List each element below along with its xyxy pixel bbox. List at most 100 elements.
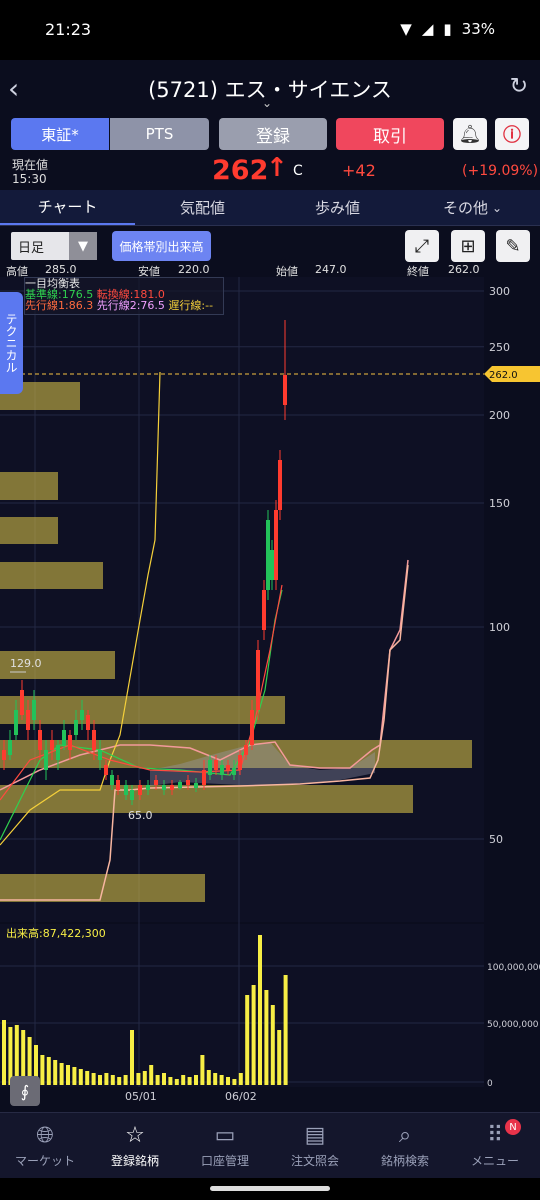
candle-body xyxy=(98,750,102,760)
volume-bar xyxy=(130,1030,134,1085)
volume-bar xyxy=(226,1077,230,1085)
low-annotation-label: 65.0 xyxy=(128,809,153,822)
candle-body xyxy=(110,775,114,785)
high-annotation: 129.0 xyxy=(10,657,42,673)
nav-watchlist-label: 登録銘柄 xyxy=(110,1153,159,1168)
candle-body xyxy=(116,780,120,790)
senkou1-value: 先行線1:86.3 xyxy=(25,299,94,312)
star-icon: ☆ xyxy=(125,1122,145,1148)
volume-bar xyxy=(53,1060,58,1085)
volume-bar xyxy=(46,1057,51,1085)
volume-bar xyxy=(238,1073,243,1085)
volume-bar xyxy=(136,1073,141,1085)
volume-bar xyxy=(66,1065,70,1085)
indicator-legend: 一目均衡表 基準線:176.5 転換線:181.0 先行線1:86.3 先行線2… xyxy=(24,277,224,315)
volume-bar xyxy=(270,1005,275,1085)
volume-bar xyxy=(277,1030,282,1085)
volume-bar xyxy=(59,1063,64,1085)
candle-body xyxy=(80,710,84,720)
volume-bar xyxy=(232,1079,237,1085)
candle-body xyxy=(274,510,278,580)
candle-body xyxy=(154,780,158,785)
bottom-nav: 🌐︎ マーケット ☆ 登録銘柄 ▭ 口座管理 ▤ 注文照会 ⌕ 銘柄検索 ⠿ メ… xyxy=(0,1112,540,1179)
candle-body xyxy=(250,710,254,745)
volume-bar xyxy=(258,935,262,1085)
chart-settings-icon[interactable]: ∮ xyxy=(10,1076,40,1106)
price-tick-label: 100 xyxy=(489,621,510,634)
nav-market[interactable]: 🌐︎ マーケット xyxy=(0,1113,90,1179)
volume-bar xyxy=(283,975,288,1085)
x-tick-label: 06/02 xyxy=(225,1090,257,1103)
volume-bar xyxy=(142,1071,147,1085)
nav-account[interactable]: ▭ 口座管理 xyxy=(180,1113,270,1179)
volume-bar xyxy=(155,1075,160,1085)
search-icon: ⌕ xyxy=(398,1122,412,1148)
candle-body xyxy=(226,765,230,770)
candle-body xyxy=(86,715,90,730)
x-tick-label: 05/01 xyxy=(125,1090,157,1103)
price-profile-band xyxy=(0,472,58,500)
volume-bar xyxy=(162,1073,166,1085)
candle-body xyxy=(14,710,18,735)
volume-tick-label: 50,000,000 xyxy=(487,1020,539,1030)
nav-account-label: 口座管理 xyxy=(200,1153,249,1168)
technical-side-tab[interactable]: テクニカル xyxy=(0,292,23,394)
volume-plot-bg xyxy=(0,924,484,1087)
volume-label: 出来高:87,422,300 xyxy=(6,927,106,940)
candle-body xyxy=(170,785,174,790)
volume-bar xyxy=(40,1055,45,1085)
volume-bar xyxy=(206,1070,211,1085)
nav-search[interactable]: ⌕ 銘柄検索 xyxy=(360,1113,450,1179)
candle-body xyxy=(26,710,30,730)
candle-body xyxy=(278,460,282,510)
price-profile-band xyxy=(0,696,285,724)
volume-bar xyxy=(187,1077,192,1085)
candle-body xyxy=(256,650,260,710)
chikou-value: 遅行線:-- xyxy=(168,299,214,312)
volume-bar xyxy=(245,995,250,1085)
volume-bar xyxy=(194,1075,198,1085)
low-annotation: 65.0 xyxy=(128,809,153,822)
volume-bar xyxy=(213,1073,218,1085)
last-price-tag: 262.0 xyxy=(484,366,540,382)
candle-body xyxy=(138,785,142,795)
price-tick-label: 250 xyxy=(489,341,510,354)
volume-bar xyxy=(264,990,269,1085)
nav-orders[interactable]: ▤ 注文照会 xyxy=(270,1113,360,1179)
nav-watchlist[interactable]: ☆ 登録銘柄 xyxy=(90,1113,180,1179)
volume-bar xyxy=(174,1079,179,1085)
volume-bar xyxy=(200,1055,205,1085)
volume-bar xyxy=(2,1020,6,1085)
candle-body xyxy=(232,768,236,775)
price-tick-label: 300 xyxy=(489,285,510,298)
price-profile-band xyxy=(0,517,58,544)
candle-body xyxy=(56,745,60,760)
price-tick-label: 200 xyxy=(489,409,510,422)
candle-body xyxy=(146,785,150,790)
candle-body xyxy=(208,760,212,775)
candle-body xyxy=(262,590,266,630)
volume-axis-ticks: 100,000,000 50,000,000 0 xyxy=(487,963,540,1089)
nav-orders-label: 注文照会 xyxy=(290,1153,339,1168)
candle-body xyxy=(178,782,182,788)
volume-bar xyxy=(123,1075,128,1085)
senkou2-value: 先行線2:76.5 xyxy=(96,299,165,312)
nav-menu[interactable]: ⠿ メニュー N xyxy=(450,1113,540,1179)
home-indicator[interactable] xyxy=(210,1186,330,1191)
card-icon: ▭ xyxy=(214,1122,236,1148)
candle-body xyxy=(186,780,190,785)
volume-bar xyxy=(168,1077,173,1085)
nav-menu-label: メニュー xyxy=(470,1153,519,1168)
candle-body xyxy=(74,720,78,735)
price-chart[interactable]: 300 250 200 150 100 50 100,000,000 50,000,000 0… xyxy=(0,0,540,1110)
last-price-label: 262.0 xyxy=(489,370,518,381)
gesture-bar xyxy=(0,1178,540,1200)
x-axis-ticks: 05/01 06/02 xyxy=(125,1090,257,1103)
price-profile-band xyxy=(0,785,413,813)
volume-bar xyxy=(181,1075,186,1085)
candle-body xyxy=(266,520,270,590)
volume-bar xyxy=(98,1075,102,1085)
menu-badge: N xyxy=(505,1119,521,1135)
candle-body xyxy=(238,755,242,770)
candle-body xyxy=(270,550,274,580)
